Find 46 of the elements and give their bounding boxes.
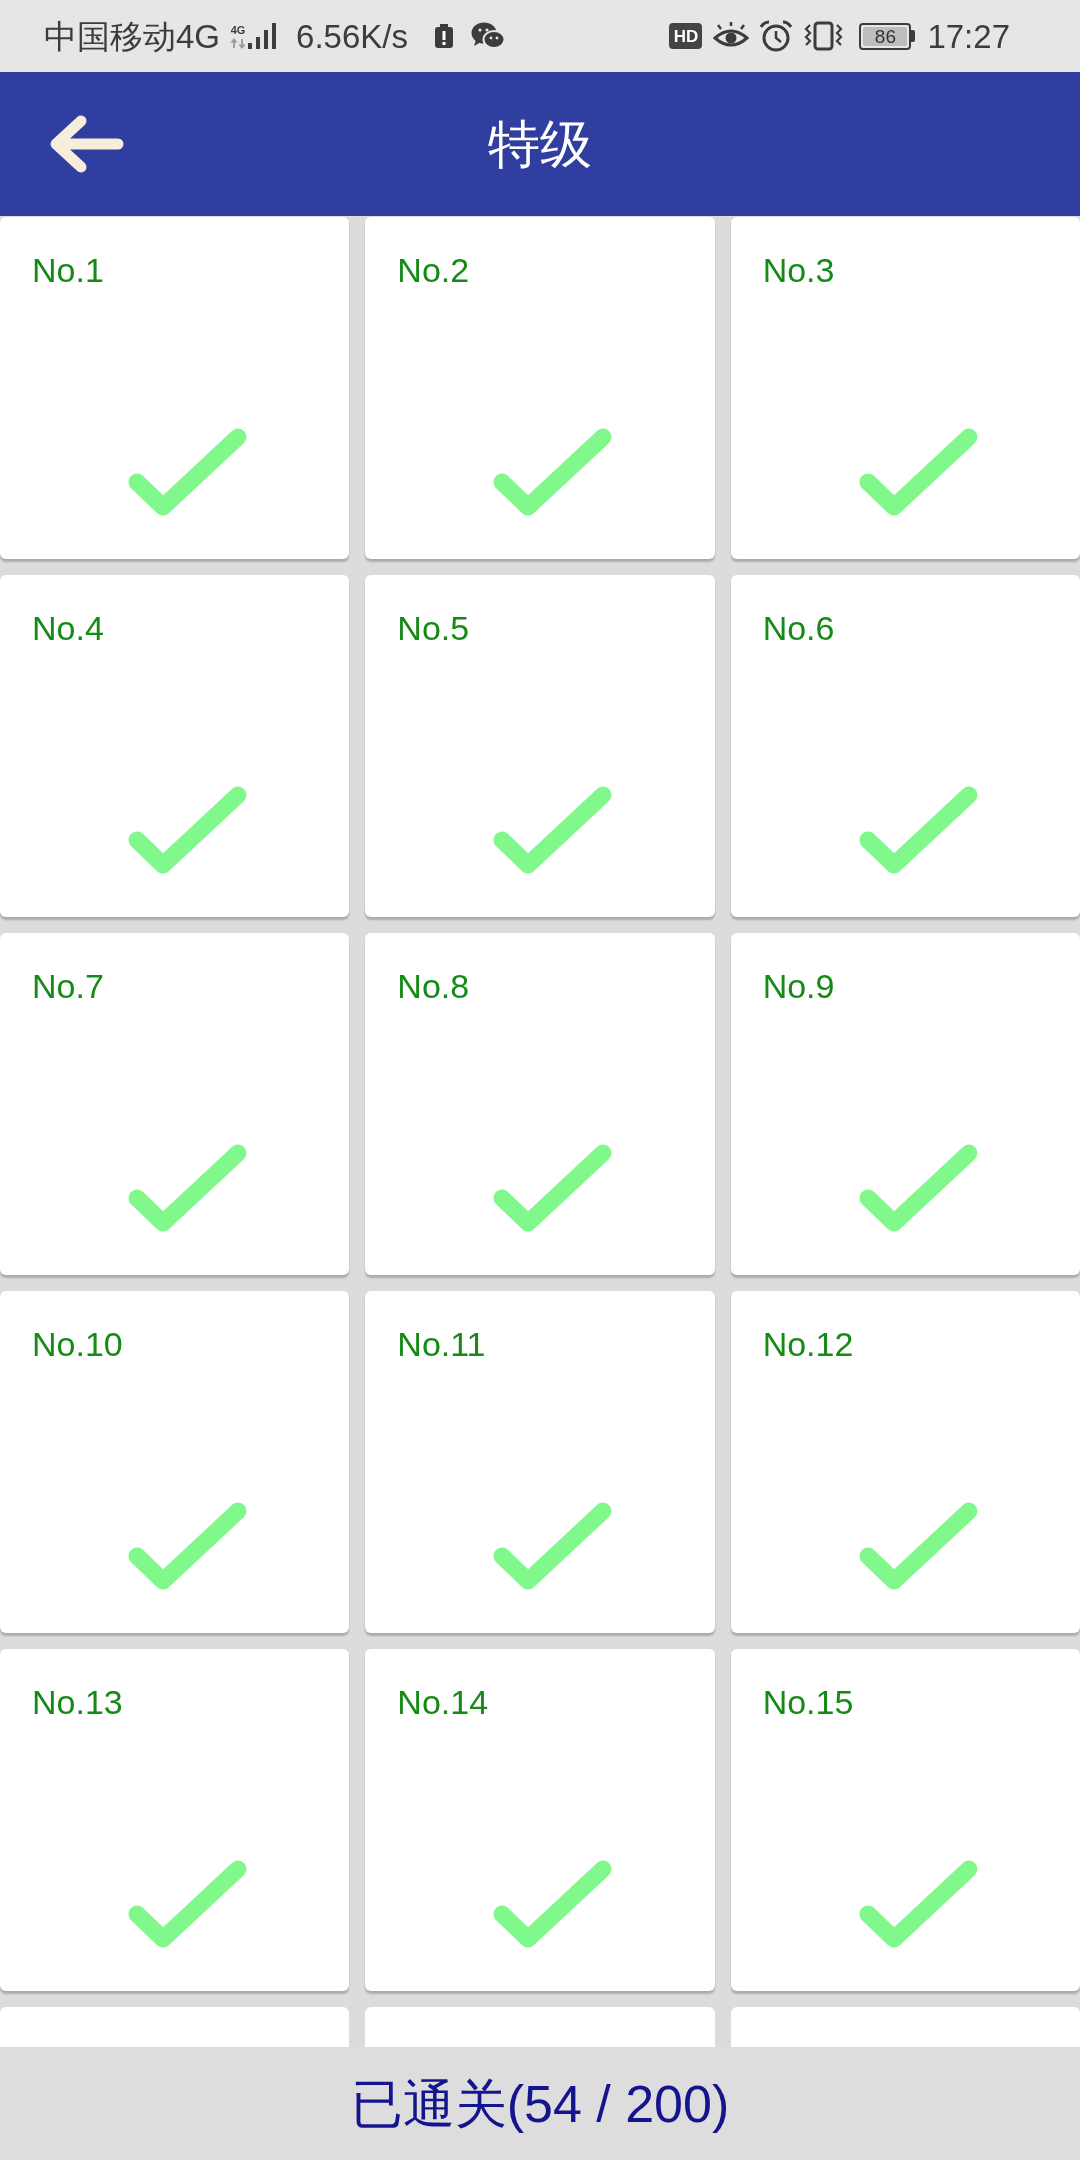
level-label: No.10 [32, 1327, 123, 1361]
level-card[interactable]: No.6 [730, 575, 1080, 917]
level-label: No.12 [762, 1327, 854, 1361]
level-card[interactable]: No.11 [365, 1291, 715, 1633]
level-label: No.11 [397, 1327, 486, 1361]
page-title: 特级 [488, 118, 592, 170]
level-card[interactable]: No.2 [365, 217, 715, 559]
level-card[interactable]: No.5 [365, 575, 715, 917]
level-label: No.6 [762, 611, 835, 645]
level-card[interactable]: No.4 [0, 575, 350, 917]
level-card[interactable]: No.15 [730, 1649, 1080, 1991]
data-activity-icon [230, 38, 247, 49]
level-card[interactable]: No.13 [0, 1649, 350, 1991]
level-label: No.3 [762, 253, 835, 287]
level-card[interactable]: No.3 [730, 217, 1080, 559]
clock-time: 17:27 [927, 19, 1010, 53]
level-label: No.8 [397, 969, 470, 1003]
level-card[interactable]: No.12 [730, 1291, 1080, 1633]
signal-icon [248, 23, 277, 49]
level-card[interactable]: No.9 [730, 933, 1080, 1275]
back-arrow-icon [48, 115, 124, 173]
level-label: No.1 [32, 253, 104, 287]
level-card[interactable]: No.8 [365, 933, 715, 1275]
level-card[interactable] [730, 2007, 1080, 2047]
level-label: No.13 [32, 1685, 123, 1719]
level-card[interactable] [365, 2007, 715, 2047]
level-label: No.14 [397, 1685, 489, 1719]
level-label: No.2 [397, 253, 470, 287]
level-card[interactable]: No.14 [365, 1649, 715, 1991]
level-card[interactable]: No.7 [0, 933, 350, 1275]
battery-level-text: 86 [863, 26, 908, 46]
level-card[interactable] [0, 2007, 350, 2047]
alarm-clock-icon [759, 20, 794, 52]
network-speed-text: 6.56K/s [296, 19, 408, 53]
level-label: No.15 [762, 1685, 854, 1719]
battery-alert-icon [434, 24, 453, 48]
network-type-label: 4G [230, 25, 246, 36]
level-label: No.7 [32, 969, 104, 1003]
chat-bubbles-icon [470, 22, 505, 50]
level-card[interactable]: No.10 [0, 1291, 350, 1633]
carrier-text: 中国移动4G [44, 19, 221, 53]
level-label: No.5 [397, 611, 470, 645]
level-label: No.9 [762, 969, 835, 1003]
level-card[interactable]: No.1 [0, 217, 350, 559]
level-label: No.4 [32, 611, 104, 645]
hd-badge: HD [669, 23, 703, 49]
